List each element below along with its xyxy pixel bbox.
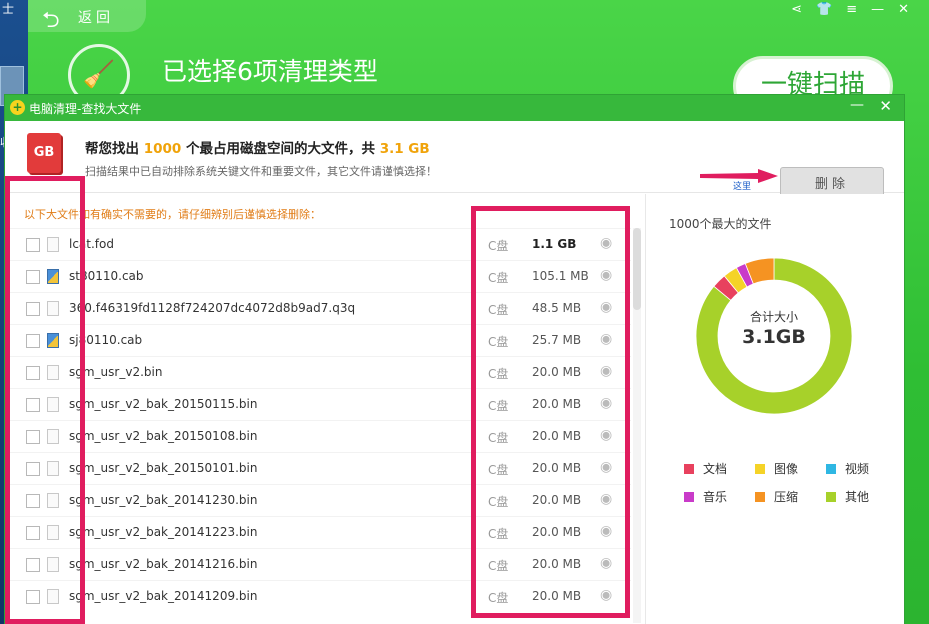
legend-swatch (755, 464, 765, 474)
file-name: sgm_usr_v2_bak_20150101.bin (69, 461, 258, 475)
result-subtitle: 扫描结果中已自动排除系统关键文件和重要文件，其它文件请谨慎选择！ (85, 165, 437, 178)
app-logo-icon: + (10, 100, 25, 115)
dialog-minimize-icon[interactable]: — (850, 97, 864, 113)
legend-label: 压缩 (774, 490, 799, 504)
donut-total-label: 合计大小 (749, 310, 798, 324)
file-name: 360.f46319fd1128f724207dc4072d8b9ad7.q3q (69, 301, 356, 315)
legend-item: 视频 (826, 460, 869, 477)
legend-swatch (684, 492, 694, 502)
menu-icon[interactable]: ≡ (846, 2, 857, 17)
annotation-arrow (700, 169, 778, 183)
close-icon[interactable]: ✕ (898, 2, 909, 17)
legend-swatch (755, 492, 765, 502)
skin-icon[interactable]: 👕 (816, 2, 832, 17)
selection-title: 已选择6项清理类型 (162, 57, 378, 86)
file-count: 1000 (143, 141, 182, 157)
file-name: sgm_usr_v2_bak_20150115.bin (69, 397, 258, 411)
back-label: 返回 (78, 10, 114, 26)
back-arrow-icon: ⮌ (42, 8, 60, 33)
dialog-close-icon[interactable]: ✕ (879, 97, 892, 115)
file-name: sgm_usr_v2_bak_20150108.bin (69, 429, 258, 443)
legend-swatch (826, 464, 836, 474)
total-size: 3.1 GB (379, 141, 430, 157)
back-button[interactable]: ⮌ 返回 (28, 0, 146, 33)
scroll-thumb[interactable] (633, 228, 641, 310)
file-name: sgm_usr_v2_bak_20141230.bin (69, 493, 258, 507)
checkbox-highlight-box (5, 176, 85, 624)
window-controls: ⋖ 👕 ≡ — ✕ (791, 2, 909, 17)
legend-item: 文档 (684, 460, 727, 477)
share-icon[interactable]: ⋖ (791, 2, 802, 17)
dialog-titlebar: + 电脑清理-查找大文件 — ✕ (5, 95, 904, 121)
legend-label: 音乐 (703, 490, 728, 504)
legend-label: 视频 (845, 462, 870, 476)
legend-label: 文档 (703, 462, 728, 476)
summary-prefix: 帮您找出 (85, 141, 139, 157)
legend-label: 其他 (845, 490, 870, 504)
summary-mid: 个最占用磁盘空间的大文件，共 (185, 141, 375, 157)
file-name: sgm_usr_v2_bak_20141209.bin (69, 589, 258, 603)
legend-swatch (826, 492, 836, 502)
baidu-watermark: Bai 经验 (710, 549, 826, 582)
file-name: sgm_usr_v2_bak_20141223.bin (69, 525, 258, 539)
legend-item: 音乐 (684, 488, 727, 505)
legend-item: 其他 (826, 488, 869, 505)
donut-total-value: 3.1GB (742, 326, 806, 348)
legend-swatch (684, 464, 694, 474)
legend-item: 压缩 (755, 488, 798, 505)
file-name: sgm_usr_v2_bak_20141216.bin (69, 557, 258, 571)
baidu-watermark-url: jingyan.baidu.com (714, 588, 825, 602)
gb-file-icon: GB (27, 133, 61, 173)
dialog-title: 电脑清理-查找大文件 (29, 102, 142, 116)
summary-title: 1000个最大的文件 (669, 217, 772, 231)
minimize-icon[interactable]: — (871, 2, 884, 17)
file-list-scrollbar[interactable] (633, 228, 641, 623)
desktop-text: 士 (2, 2, 15, 16)
result-summary: 帮您找出 1000 个最占用磁盘空间的大文件，共 3.1 GB (85, 137, 430, 157)
dialog-header: GB 帮您找出 1000 个最占用磁盘空间的大文件，共 3.1 GB 扫描结果中… (5, 121, 904, 203)
legend-item: 图像 (755, 460, 798, 477)
size-highlight-box (471, 206, 630, 618)
legend-label: 图像 (774, 462, 799, 476)
